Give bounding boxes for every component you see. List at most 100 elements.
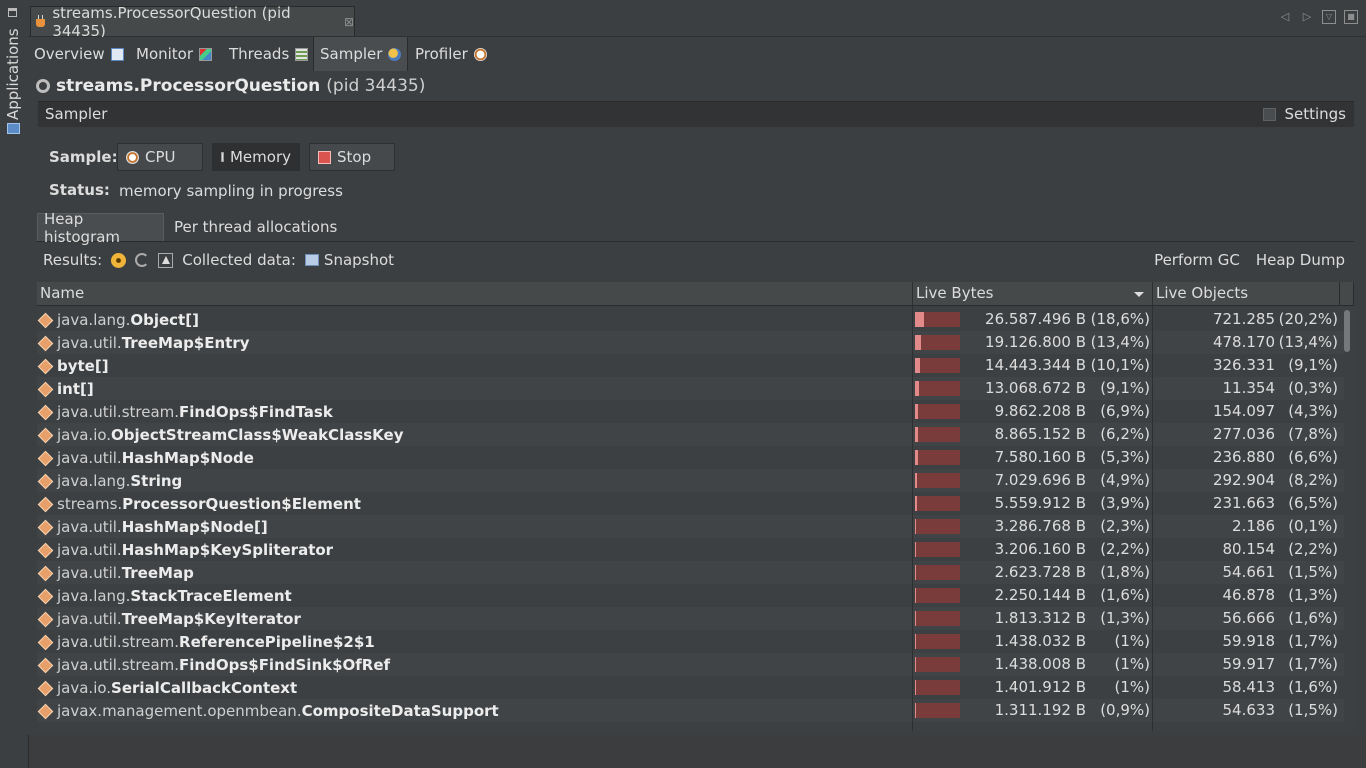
class-icon (39, 382, 52, 395)
column-header-live-objects[interactable]: Live Objects (1153, 282, 1340, 306)
class-icon (39, 428, 52, 441)
table-row[interactable]: java.io.SerialCallbackContext 1.401.912 B… (37, 676, 1344, 699)
stop-button[interactable]: Stop (309, 143, 395, 171)
column-chooser-icon[interactable] (1340, 282, 1354, 306)
live-objects-value: 231.663 (1212, 494, 1275, 512)
table-row[interactable]: java.util.HashMap$KeySpliterator 3.206.16… (37, 538, 1344, 561)
live-objects-value: 56.666 (1222, 609, 1276, 627)
class-icon (39, 474, 52, 487)
live-objects-value: 58.413 (1222, 678, 1276, 696)
live-objects-value: 154.097 (1212, 402, 1275, 420)
live-objects-value: 54.661 (1222, 563, 1276, 581)
live-bytes-value: 3.206.160 B (994, 540, 1086, 558)
live-objects-percent: (0,1%) (1288, 517, 1338, 535)
live-objects-cell: 11.354 (0,3%) (1155, 377, 1339, 400)
column-header-live-objects-label: Live Objects (1156, 284, 1249, 302)
minimize-icon[interactable] (8, 8, 17, 17)
live-bytes-value: 14.443.344 B (985, 356, 1086, 374)
column-header-name[interactable]: Name (37, 282, 913, 306)
window-tab[interactable]: streams.ProcessorQuestion (pid 34435) ⊠ (30, 4, 355, 40)
live-bytes-value: 8.865.152 B (994, 425, 1086, 443)
package-name: java.lang. (57, 471, 131, 490)
perform-gc-button[interactable]: Perform GC (1154, 251, 1240, 269)
tab-list-dropdown-icon[interactable]: ▽ (1322, 10, 1336, 24)
live-objects-cell: 54.661 (1,5%) (1155, 561, 1339, 584)
class-name-cell: java.util.HashMap$Node (39, 446, 254, 469)
table-row[interactable]: java.lang.StackTraceElement 2.250.144 B (1… (37, 584, 1344, 607)
live-bytes-cell: 9.862.208 B (6,9%) (913, 400, 1152, 423)
cpu-button[interactable]: CPU (117, 143, 203, 171)
vertical-scrollbar[interactable] (1344, 310, 1350, 352)
profiler-icon (473, 47, 487, 61)
live-objects-value: 54.633 (1222, 701, 1276, 719)
snapshot-button[interactable]: Snapshot (304, 251, 394, 269)
class-name: HashMap$KeySpliterator (121, 540, 334, 559)
memory-icon (221, 152, 224, 162)
live-bytes-bar (915, 542, 960, 557)
live-bytes-bar (915, 611, 960, 626)
memory-button[interactable]: Memory (212, 143, 300, 171)
class-name: StackTraceElement (130, 586, 292, 605)
table-row[interactable]: streams.ProcessorQuestion$Element 5.559.9… (37, 492, 1344, 515)
package-name: java.lang. (57, 310, 131, 329)
live-bytes-value: 26.587.496 B (985, 310, 1086, 328)
live-bytes-percent: (2,2%) (1100, 540, 1150, 558)
pause-results-icon[interactable] (111, 252, 127, 268)
class-icon (39, 451, 52, 464)
tab-monitor[interactable]: Monitor (130, 37, 218, 71)
table-row[interactable]: java.util.stream.FindOps$FindSink$OfRef 1… (37, 653, 1344, 676)
class-name-cell: java.util.TreeMap (39, 561, 194, 584)
table-row[interactable]: javax.management.openmbean.CompositeData… (37, 699, 1344, 722)
column-header-live-bytes-label: Live Bytes (916, 284, 994, 302)
table-row[interactable]: byte[] 14.443.344 B (10,1%) 326.331 (9,1%) (37, 354, 1344, 377)
table-row[interactable]: int[] 13.068.672 B (9,1%) 11.354 (0,3%) (37, 377, 1344, 400)
table-row[interactable]: java.util.TreeMap$Entry 19.126.800 B (13,4… (37, 331, 1344, 354)
tab-heap-histogram[interactable]: Heap histogram (37, 210, 164, 246)
live-objects-cell: 80.154 (2,2%) (1155, 538, 1339, 561)
live-objects-value: 478.170 (1212, 333, 1275, 351)
applications-tab-label[interactable]: Applications (4, 28, 22, 120)
table-row[interactable]: java.io.ObjectStreamClass$WeakClassKey 8.… (37, 423, 1344, 446)
table-row[interactable]: java.util.TreeMap 2.623.728 B (1,8%) 54.661… (37, 561, 1344, 584)
tab-threads[interactable]: Threads (223, 37, 314, 71)
column-header-live-bytes[interactable]: Live Bytes (913, 282, 1153, 306)
class-name-cell: java.lang.String (39, 469, 182, 492)
live-bytes-bar (915, 496, 960, 511)
live-bytes-percent: (18,6%) (1090, 310, 1150, 328)
sort-descending-icon (1134, 292, 1144, 297)
scroll-right-icon[interactable]: ▷ (1300, 10, 1314, 24)
tab-per-thread-allocations[interactable]: Per thread allocations (168, 213, 343, 241)
maximize-window-icon[interactable]: ■ (1344, 10, 1358, 24)
tab-profiler[interactable]: Profiler (409, 37, 493, 71)
table-row[interactable]: java.lang.String 7.029.696 B (4,9%) 292.904… (37, 469, 1344, 492)
live-objects-cell: 2.186 (0,1%) (1155, 515, 1338, 538)
table-row[interactable]: java.util.stream.FindOps$FindTask 9.862.2… (37, 400, 1344, 423)
tab-profiler-label: Profiler (415, 45, 468, 63)
package-name: java.util. (57, 517, 122, 536)
close-tab-icon[interactable]: ⊠ (344, 15, 354, 29)
class-icon (39, 359, 52, 372)
heap-dump-button[interactable]: Heap Dump (1256, 251, 1345, 269)
settings-checkbox[interactable] (1263, 107, 1277, 121)
live-bytes-percent: (6,9%) (1100, 402, 1150, 420)
settings-toggle[interactable]: Settings (1263, 105, 1346, 123)
live-bytes-bar (915, 565, 960, 580)
table-row[interactable]: java.util.HashMap$Node[] 3.286.768 B (2,3%… (37, 515, 1344, 538)
table-row[interactable]: java.util.HashMap$Node 7.580.160 B (5,3%) 2… (37, 446, 1344, 469)
refresh-icon[interactable] (135, 253, 150, 267)
scroll-left-icon[interactable]: ◁ (1278, 10, 1292, 24)
live-bytes-value: 1.311.192 B (994, 701, 1086, 719)
live-bytes-cell: 1.438.032 B (1%) (913, 630, 1152, 653)
tab-overview[interactable]: Overview (28, 37, 130, 71)
tab-sampler[interactable]: Sampler (313, 37, 409, 71)
live-bytes-bar-fill (915, 312, 924, 327)
live-bytes-bar-fill (915, 634, 916, 649)
table-row[interactable]: java.util.stream.ReferencePipeline$2$1 1.… (37, 630, 1344, 653)
heap-actions: Perform GC Heap Dump (1154, 248, 1345, 272)
table-row[interactable]: java.lang.Object[] 26.587.496 B (18,6%) 721… (37, 308, 1344, 331)
deltas-icon[interactable] (158, 252, 174, 268)
live-bytes-bar-fill (915, 588, 916, 603)
live-bytes-percent: (1%) (1114, 655, 1150, 673)
table-row[interactable]: java.util.TreeMap$KeyIterator 1.813.312 B… (37, 607, 1344, 630)
package-name: java.lang. (57, 586, 131, 605)
